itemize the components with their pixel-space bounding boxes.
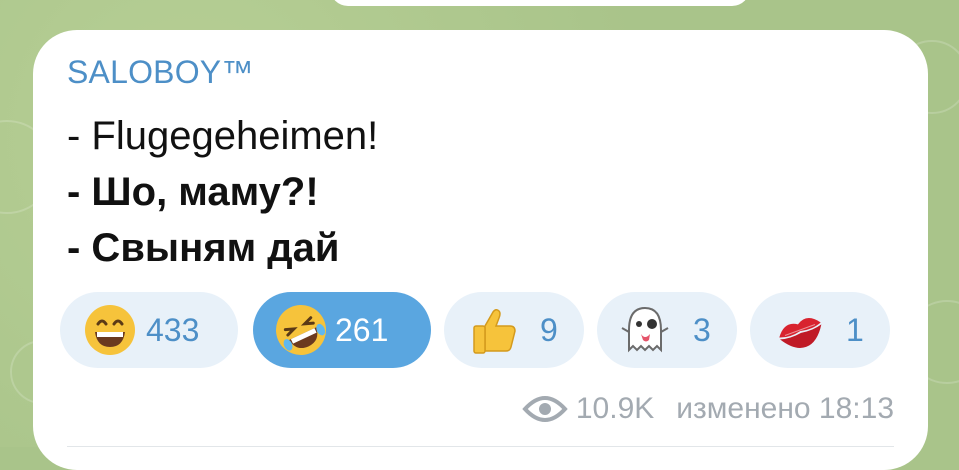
view-count: 10.9K	[575, 392, 655, 425]
message-line: - Шо, маму?!	[67, 170, 319, 214]
reaction-count: 433	[146, 312, 200, 348]
reaction-thumbs-up[interactable]: 9	[444, 292, 584, 368]
reaction-ghost[interactable]: 3	[597, 292, 737, 368]
reaction-count: 9	[540, 312, 558, 348]
grinning-face-icon	[85, 305, 135, 355]
kiss-mark-icon	[779, 318, 822, 348]
reaction-grinning[interactable]: 433	[60, 292, 238, 368]
message-line: - Flugegeheimen!	[67, 114, 379, 158]
edited-status: изменено 18:13	[676, 392, 894, 425]
previous-message-bubble	[330, 0, 750, 6]
thumbs-up-icon	[473, 308, 516, 354]
message-meta: 10.9K изменено 18:13	[522, 392, 894, 426]
reaction-count: 261	[335, 312, 389, 348]
message-bubble[interactable]: SALOBOY™ - Flugegeheimen! - Шо, маму?! -…	[33, 30, 928, 470]
reaction-count: 1	[846, 312, 864, 348]
message-text: - Flugegeheimen! - Шо, маму?! - Свыням д…	[67, 108, 378, 276]
sender-name[interactable]: SALOBOY™	[67, 54, 254, 91]
reaction-rofl[interactable]: 261	[253, 292, 431, 368]
message-line: - Свыням дай	[67, 226, 340, 270]
reaction-count: 3	[693, 312, 711, 348]
ghost-icon	[621, 306, 669, 353]
rolling-laughing-icon	[276, 305, 326, 355]
eye-icon	[522, 396, 568, 422]
reaction-kiss[interactable]: 1	[750, 292, 890, 368]
